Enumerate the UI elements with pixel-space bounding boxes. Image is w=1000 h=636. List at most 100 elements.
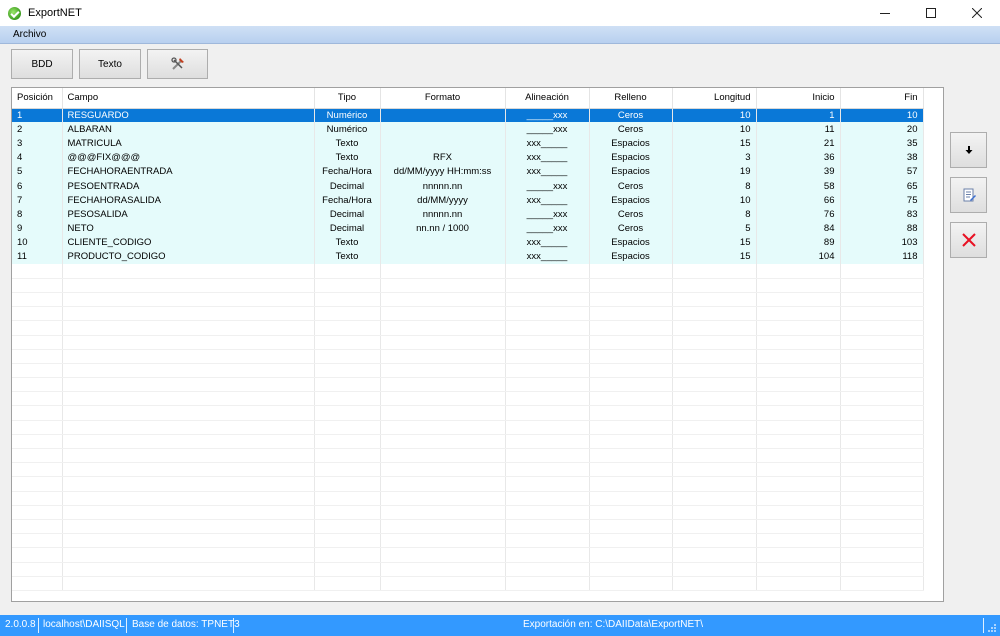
move-down-button[interactable]: [950, 132, 987, 168]
tools-button[interactable]: [147, 49, 208, 79]
cell-tipo: Numérico: [314, 108, 381, 123]
empty-cell: [756, 562, 841, 577]
cell-relleno: Ceros: [589, 122, 673, 137]
cell-fin: 10: [840, 108, 924, 123]
cell-formato: [380, 235, 506, 250]
menu-archivo[interactable]: Archivo: [13, 29, 46, 40]
table-row[interactable]: 1 RESGUARDO Numérico _____xxx Ceros 10 1 10: [12, 108, 924, 123]
empty-cell: [589, 391, 673, 407]
empty-cell: [756, 420, 841, 435]
empty-cell: [589, 278, 673, 293]
edit-field-button[interactable]: [950, 177, 987, 213]
table-row[interactable]: 5 FECHAHORAENTRADA Fecha/Hora dd/MM/yyyy HH…: [12, 164, 924, 179]
empty-cell: [756, 306, 841, 322]
empty-cell: [62, 363, 315, 379]
cell-longitud: 15: [672, 136, 757, 151]
close-button[interactable]: [954, 0, 1000, 26]
table-row[interactable]: 8 PESOSALIDA Decimal nnnnn.nn _____xxx Ceros 8…: [12, 207, 924, 222]
cell-campo: CLIENTE_CODIGO: [62, 235, 315, 250]
empty-cell: [589, 377, 673, 393]
empty-cell: [314, 377, 381, 393]
empty-cell: [62, 391, 315, 407]
column-header-tipo[interactable]: Tipo: [314, 88, 381, 109]
empty-cell: [12, 420, 63, 435]
empty-cell: [505, 448, 590, 464]
table-row[interactable]: 10 CLIENTE_CODIGO Texto xxx_____ Espacios 15 8…: [12, 235, 924, 250]
table-row[interactable]: 4 @@@FIX@@@ Texto RFX xxx_____ Espacios 3 36 38: [12, 150, 924, 165]
table-row[interactable]: 9 NETO Decimal nn.nn / 1000 _____xxx Ceros 5 84…: [12, 221, 924, 236]
empty-cell: [756, 533, 841, 549]
maximize-icon: [926, 8, 936, 18]
minimize-button[interactable]: [862, 0, 908, 26]
empty-cell: [380, 448, 506, 464]
column-header-posicion[interactable]: Posición: [12, 88, 63, 109]
empty-cell: [12, 434, 63, 450]
cell-posicion: 1: [12, 108, 63, 123]
empty-cell: [672, 476, 757, 492]
table-row[interactable]: 2 ALBARAN Numérico _____xxx Ceros 10 11 20: [12, 122, 924, 137]
cell-campo: NETO: [62, 221, 315, 236]
table-row[interactable]: 6 PESOENTRADA Decimal nnnnn.nn _____xxx Ceros…: [12, 178, 924, 194]
empty-cell: [380, 377, 506, 393]
cell-campo: FECHAHORAENTRADA: [62, 164, 315, 179]
empty-cell: [314, 533, 381, 549]
cell-formato: nnnnn.nn: [380, 178, 506, 194]
table-row[interactable]: 11 PRODUCTO_CODIGO Texto xxx_____ Espacios 15…: [12, 249, 924, 265]
table-row[interactable]: 3 MATRICULA Texto xxx_____ Espacios 15 21 35: [12, 136, 924, 151]
cell-campo: PESOENTRADA: [62, 178, 315, 194]
empty-cell: [756, 547, 841, 563]
column-header-campo[interactable]: Campo: [62, 88, 315, 109]
empty-cell: [12, 533, 63, 549]
column-header-longitud[interactable]: Longitud: [672, 88, 757, 109]
empty-cell: [756, 363, 841, 379]
empty-cell: [672, 420, 757, 435]
empty-cell: [380, 264, 506, 279]
cell-fin: 65: [840, 178, 924, 194]
empty-cell: [672, 576, 757, 591]
empty-cell: [505, 278, 590, 293]
table-row[interactable]: 7 FECHAHORASALIDA Fecha/Hora dd/MM/yyyy xxx_…: [12, 193, 924, 208]
empty-cell: [380, 462, 506, 478]
cell-alineacion: _____xxx: [505, 122, 590, 137]
cell-longitud: 19: [672, 164, 757, 179]
empty-cell: [756, 434, 841, 450]
empty-cell: [840, 533, 924, 549]
column-header-inicio[interactable]: Inicio: [756, 88, 841, 109]
fields-table: Posición Campo Tipo Formato Alineación R…: [12, 88, 924, 591]
empty-cell: [672, 278, 757, 293]
empty-cell: [840, 420, 924, 435]
cell-formato: nn.nn / 1000: [380, 221, 506, 236]
delete-field-button[interactable]: [950, 222, 987, 258]
cell-posicion: 3: [12, 136, 63, 151]
column-header-formato[interactable]: Formato: [380, 88, 506, 109]
cell-formato: [380, 249, 506, 265]
empty-cell: [12, 377, 63, 393]
empty-cell: [505, 491, 590, 506]
bdd-button[interactable]: BDD: [11, 49, 73, 79]
empty-cell: [756, 448, 841, 464]
column-header-relleno[interactable]: Relleno: [589, 88, 673, 109]
empty-row: [12, 420, 924, 435]
empty-cell: [380, 505, 506, 520]
cell-fin: 57: [840, 164, 924, 179]
empty-cell: [12, 320, 63, 336]
fields-grid: Posición Campo Tipo Formato Alineación R…: [11, 87, 944, 602]
column-header-alineacion[interactable]: Alineación: [505, 88, 590, 109]
empty-row: [12, 335, 924, 350]
resize-grip-icon[interactable]: [987, 623, 997, 633]
empty-cell: [314, 363, 381, 379]
maximize-button[interactable]: [908, 0, 954, 26]
empty-cell: [380, 491, 506, 506]
column-header-fin[interactable]: Fin: [840, 88, 924, 109]
empty-cell: [672, 505, 757, 520]
empty-cell: [505, 576, 590, 591]
cell-posicion: 8: [12, 207, 63, 222]
empty-cell: [12, 264, 63, 279]
texto-button[interactable]: Texto: [79, 49, 141, 79]
empty-cell: [62, 335, 315, 350]
empty-cell: [505, 519, 590, 535]
minimize-icon: [880, 13, 890, 14]
empty-cell: [505, 320, 590, 336]
empty-cell: [62, 292, 315, 308]
empty-cell: [840, 462, 924, 478]
